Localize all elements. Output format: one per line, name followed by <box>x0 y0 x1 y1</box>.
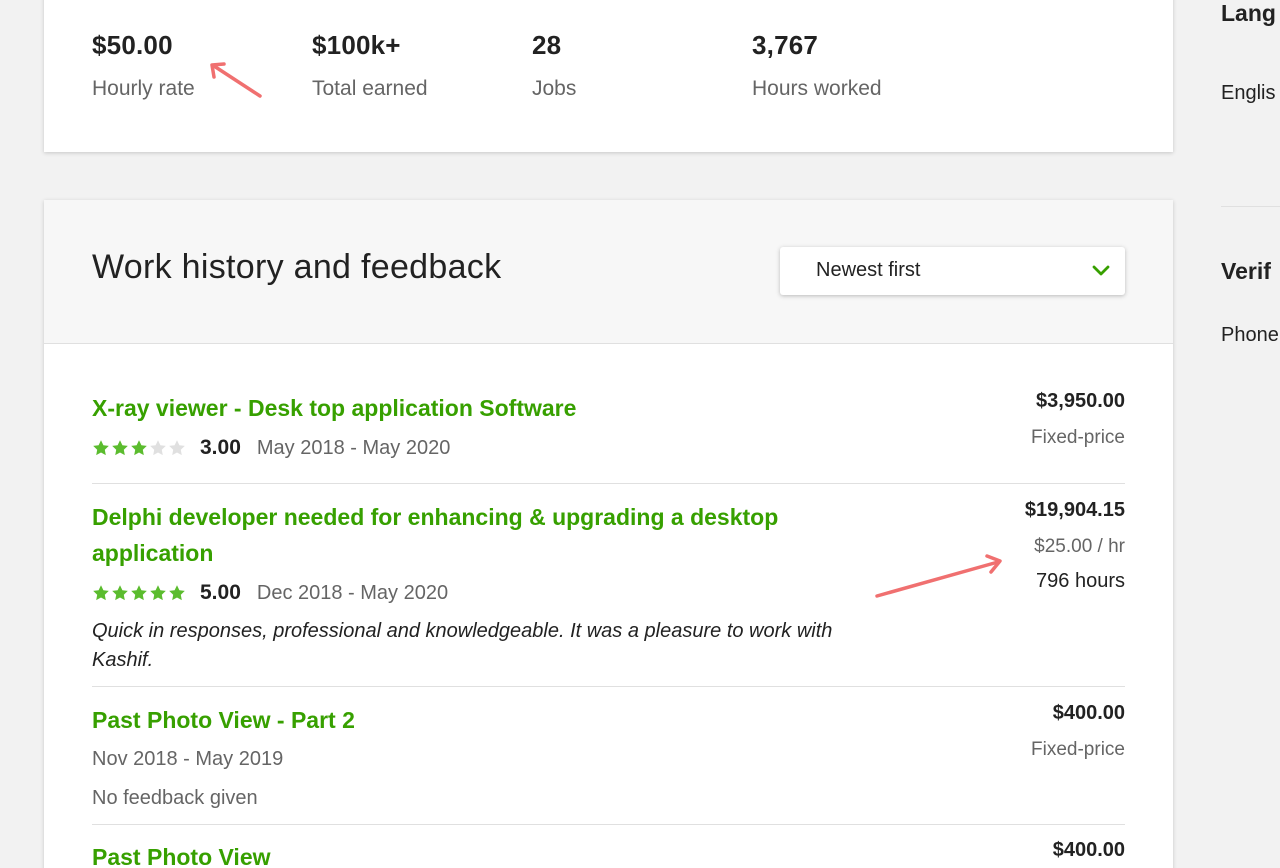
job-dates: May 2018 - May 2020 <box>256 436 451 459</box>
hours-worked-label: Hours worked <box>752 77 882 100</box>
job-item: Past Photo View - Part 2 Nov 2018 - May … <box>92 702 1125 810</box>
job-hourly-rate: $25.00 / hr <box>1034 536 1125 557</box>
job-earnings: $3,950.00 Fixed-price <box>1031 390 1125 449</box>
job-title-link[interactable]: Past Photo View - Part 2 <box>92 702 812 738</box>
job-earnings: $400.00 Fixed-price <box>1031 702 1125 761</box>
hours-worked-value: 3,767 <box>752 30 819 60</box>
job-item: Past Photo View $400.00 <box>92 839 1125 868</box>
star-empty-icon <box>150 440 166 456</box>
star-filled-icon <box>93 440 109 456</box>
language-item: Englis <box>1221 82 1276 104</box>
freelancer-profile-page: $50.00 Hourly rate $100k+ Total earned 2… <box>0 0 1280 868</box>
chevron-down-icon <box>1092 265 1110 276</box>
star-filled-icon <box>131 440 147 456</box>
job-earnings: $19,904.15 $25.00 / hr 796 hours <box>1025 499 1125 593</box>
stat-total-earned: $100k+ Total earned <box>312 30 428 101</box>
stat-hourly-rate: $50.00 Hourly rate <box>92 30 195 101</box>
job-item: Delphi developer needed for enhancing & … <box>92 499 1125 675</box>
star-rating <box>92 584 186 602</box>
job-title-link[interactable]: Delphi developer needed for enhancing & … <box>92 499 812 571</box>
star-empty-icon <box>169 440 185 456</box>
job-price-type: Fixed-price <box>1031 739 1125 760</box>
star-filled-icon <box>150 585 166 601</box>
job-divider <box>92 483 1125 484</box>
job-amount: $19,904.15 <box>1024 499 1125 521</box>
stats-card: $50.00 Hourly rate $100k+ Total earned 2… <box>44 0 1173 152</box>
job-title-link[interactable]: X-ray viewer - Desk top application Soft… <box>92 390 812 426</box>
client-feedback: Quick in responses, professional and kno… <box>92 620 833 671</box>
job-divider <box>92 686 1125 687</box>
stat-hours-worked: 3,767 Hours worked <box>752 30 882 101</box>
languages-heading: Lang <box>1221 0 1276 26</box>
star-filled-icon <box>112 585 128 601</box>
sort-dropdown[interactable]: Newest first <box>780 247 1125 295</box>
work-history-card: Work history and feedback Newest first X… <box>44 200 1173 868</box>
job-amount: $3,950.00 <box>1036 390 1125 412</box>
rating-value: 5.00 <box>200 581 241 604</box>
work-history-title: Work history and feedback <box>92 248 502 286</box>
no-feedback-text: No feedback given <box>92 787 258 809</box>
star-filled-icon <box>93 585 109 601</box>
job-amount: $400.00 <box>1052 839 1125 861</box>
sort-selected-label: Newest first <box>816 259 921 281</box>
job-divider <box>92 824 1125 825</box>
job-hours: 796 hours <box>1036 570 1125 592</box>
job-dates: Dec 2018 - May 2020 <box>256 581 449 604</box>
hourly-rate-value: $50.00 <box>92 30 173 60</box>
job-dates: Nov 2018 - May 2019 <box>92 748 284 770</box>
job-earnings: $400.00 <box>1053 839 1125 862</box>
star-filled-icon <box>169 585 185 601</box>
stat-jobs: 28 Jobs <box>532 30 576 101</box>
sidebar-divider <box>1221 206 1280 207</box>
job-meta: 5.00 Dec 2018 - May 2020 <box>92 581 1125 605</box>
work-history-header: Work history and feedback Newest first <box>44 200 1173 344</box>
hourly-rate-label: Hourly rate <box>92 77 195 100</box>
job-price-type: Fixed-price <box>1031 427 1125 448</box>
phone-verification-item: Phone <box>1221 324 1279 346</box>
star-filled-icon <box>131 585 147 601</box>
star-rating <box>92 439 186 457</box>
job-title-link[interactable]: Past Photo View <box>92 839 812 868</box>
total-earned-label: Total earned <box>312 77 428 100</box>
job-item: X-ray viewer - Desk top application Soft… <box>92 390 1125 460</box>
job-meta: Nov 2018 - May 2019 <box>92 748 1125 771</box>
job-amount: $400.00 <box>1052 702 1125 724</box>
total-earned-value: $100k+ <box>312 30 401 60</box>
rating-value: 3.00 <box>200 436 241 459</box>
job-meta: 3.00 May 2018 - May 2020 <box>92 436 1125 460</box>
jobs-value: 28 <box>532 30 562 60</box>
star-filled-icon <box>112 440 128 456</box>
verifications-heading: Verif <box>1221 258 1271 284</box>
jobs-label: Jobs <box>532 77 577 100</box>
